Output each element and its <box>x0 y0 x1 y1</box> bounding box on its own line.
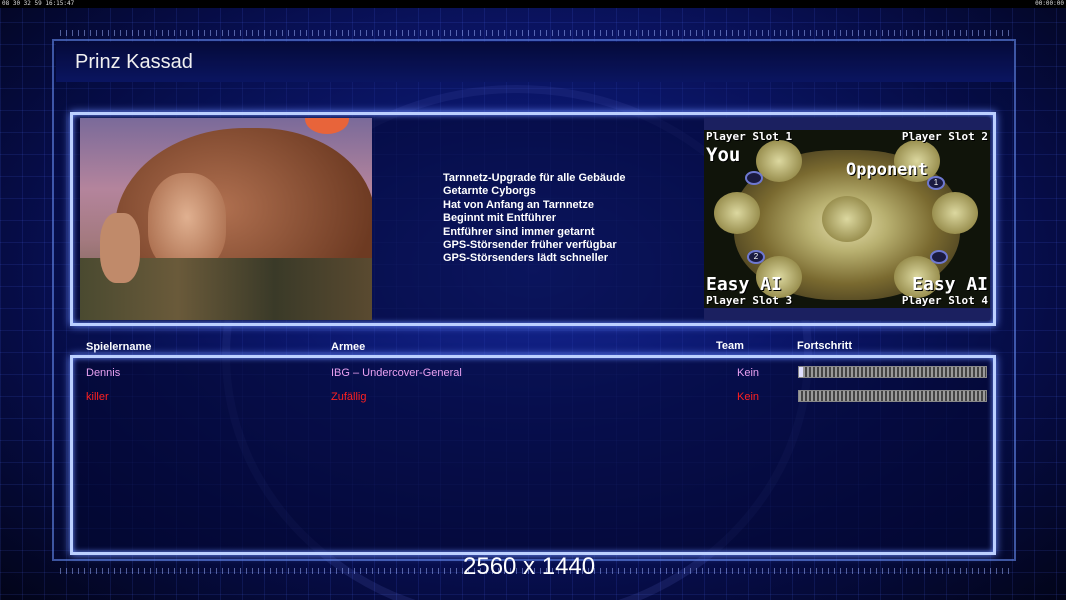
perk-item: Hat von Anfang an Tarnnetze <box>443 198 594 211</box>
player-name: killer <box>86 391 109 403</box>
map-slot-3-label: Player Slot 3 <box>706 294 793 307</box>
map-start-position[interactable] <box>930 250 948 264</box>
header-progress: Fortschritt <box>797 340 852 352</box>
sun <box>305 118 349 134</box>
map-island <box>714 192 760 234</box>
general-portrait <box>80 118 372 320</box>
perk-item: Getarnte Cyborgs <box>443 185 536 198</box>
status-bar-right: 00:00:00 <box>1035 0 1064 7</box>
map-island-center <box>822 196 872 242</box>
player-army: Zufällig <box>331 391 367 403</box>
map-slot-2-label: Player Slot 2 <box>901 130 988 143</box>
player-team: Kein <box>737 367 760 379</box>
map-island <box>932 192 978 234</box>
players-panel <box>70 355 996 555</box>
map-easy-ai-right-label: Easy AI <box>912 274 988 295</box>
resolution-label: 2560 x 1440 <box>463 553 596 580</box>
header-army: Armee <box>331 341 366 353</box>
status-bar: 08 30 32 59 16:15:47 00:00:00 <box>0 0 1066 8</box>
face <box>148 173 226 271</box>
top-ruler <box>60 30 1010 36</box>
map-opponent-label: Opponent <box>846 160 928 180</box>
perk-item: GPS-Störsenders lädt schneller <box>443 252 609 265</box>
general-perks-list: Tarnnetz-Upgrade für alle Gebäude Getarn… <box>443 172 626 266</box>
progress-bar <box>798 390 987 402</box>
status-bar-left: 08 30 32 59 16:15:47 <box>2 0 75 7</box>
map-start-position[interactable]: 2 <box>747 250 765 264</box>
map-preview: Player Slot 1 Player Slot 2 You Opponent… <box>704 118 990 320</box>
perk-item: Entführer sind immer getarnt <box>443 225 595 238</box>
map-start-position[interactable]: 1 <box>927 176 945 190</box>
player-team: Kein <box>737 391 760 403</box>
perk-item: Tarnnetz-Upgrade für alle Gebäude <box>443 172 626 184</box>
map-island <box>756 140 802 182</box>
map-slot-4-label: Player Slot 4 <box>901 294 988 307</box>
header-player-name: Spielername <box>86 341 152 353</box>
map-start-position[interactable] <box>745 171 763 185</box>
title-bar <box>56 42 1014 82</box>
general-name: Prinz Kassad <box>75 51 193 73</box>
hand <box>100 213 140 283</box>
header-team: Team <box>716 340 744 352</box>
perk-item: Beginnt mit Entführer <box>443 212 557 225</box>
map-easy-ai-left-label: Easy AI <box>706 274 782 295</box>
progress-bar <box>798 366 987 378</box>
map-you-label: You <box>706 144 741 166</box>
map-slot-1-label: Player Slot 1 <box>706 130 793 143</box>
progress-fill <box>799 367 803 377</box>
perk-item: GPS-Störsender früher verfügbar <box>443 239 617 252</box>
player-name: Dennis <box>86 367 121 379</box>
player-army: IBG – Undercover-General <box>331 367 462 379</box>
